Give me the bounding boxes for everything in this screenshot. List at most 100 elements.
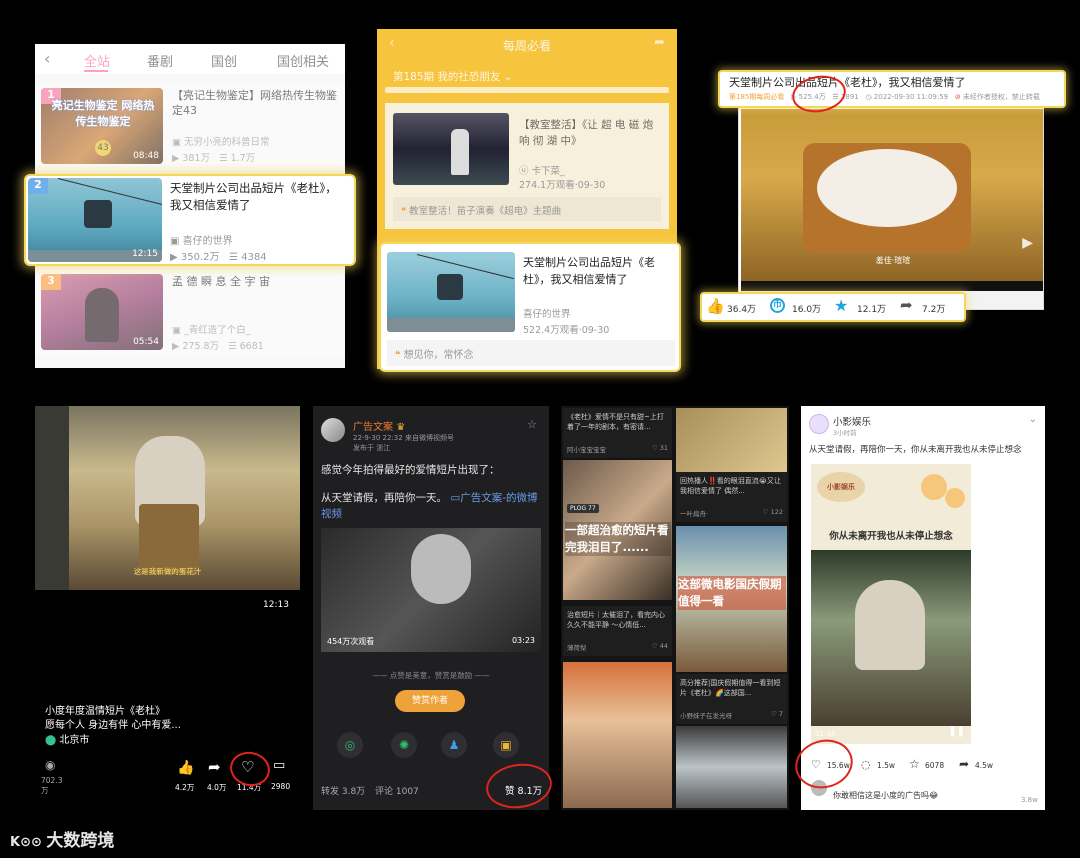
vip-icon: ♛ xyxy=(396,422,406,433)
tab-all[interactable]: 全站 xyxy=(84,51,110,70)
note-likes: ♡ 31 xyxy=(651,444,668,452)
pc-player-screenshot: 羞佳·瑄瑄 ▶ xyxy=(738,100,1044,310)
uploader: ▣ 无穷小亮的科普日常 xyxy=(172,137,270,148)
share-icon[interactable]: ➦ xyxy=(900,296,913,314)
video-frame: 这是我新做的蛋花汁 xyxy=(35,406,300,590)
qq-icon[interactable]: ♟ xyxy=(441,732,467,758)
video-image xyxy=(811,550,971,726)
note-card[interactable]: 治愈短片｜太催泪了，看完内心久久不能平静 ～心情低... 薄荷梨 ♡ 44 xyxy=(563,606,672,656)
coin-count: 16.0万 xyxy=(792,305,822,315)
comment-count: 1.5w xyxy=(877,761,896,770)
avatar[interactable] xyxy=(321,418,345,442)
note-author: 一叶扁舟· xyxy=(680,510,709,518)
note-author: 小野妹子在发光呀 xyxy=(680,712,732,720)
rank-tag: 第185期每周必看 xyxy=(729,93,785,101)
author-name[interactable]: 小影娱乐 xyxy=(833,414,871,428)
cable-line xyxy=(416,254,515,280)
location-tag[interactable]: ⬤ 北京市 xyxy=(45,731,89,746)
divider xyxy=(385,87,669,93)
note-card[interactable]: 高分推荐|国庆假期值得一看到短片《老杜》🌈这部国... 小野妹子在发光呀 ♡ 7 xyxy=(676,674,787,724)
engagement-bar: 👍 36.4万 币 16.0万 ★ 12.1万 ➦ 7.2万 xyxy=(700,292,966,322)
note-likes: ♡ 7 xyxy=(770,710,783,718)
save-icon[interactable]: ▣ xyxy=(493,732,519,758)
note-image[interactable] xyxy=(676,408,787,472)
figure-shape xyxy=(85,288,119,342)
pause-icon[interactable]: ❚❚ xyxy=(948,726,965,737)
tab-guochuang[interactable]: 国创 xyxy=(211,51,237,70)
tab-guochuang-related[interactable]: 国创相关 xyxy=(277,51,329,70)
post-time: 22-9-30 22:32 来自微博视频号 xyxy=(353,434,454,442)
post-text: 从天堂请假，再陪你一天，你从未离开我也从未停止想念 xyxy=(809,445,1022,455)
video-title: 【亮记生物鉴定】网络热传生物鉴定43 xyxy=(172,89,337,117)
image-overlay-text: 一部超治愈的短片看完我泪目了...... xyxy=(565,522,671,556)
pillar-shape xyxy=(35,406,69,590)
banner-text: 你从未离开我也从未停止想念 xyxy=(829,531,953,542)
note-image[interactable] xyxy=(676,726,787,808)
share-icon[interactable]: ➦ xyxy=(654,35,665,50)
tab-anime[interactable]: 番剧 xyxy=(147,51,173,70)
list-item[interactable]: 3 05:54 孟 德 瞬 息 全 宇 宙 ▣ _青红造了个白_ ▶ 275.8… xyxy=(35,270,345,356)
reward-button[interactable]: 赞赏作者 xyxy=(395,690,465,712)
xiaohongshu-feed-screenshot: 《老杜》爱情不是只有甜~上打着了一年的剧本，有密请... 阿小宝宝宝宝 ♡ 31… xyxy=(561,406,789,810)
note-title: 治愈短片｜太催泪了，看完内心久久不能平静 ～心情低... xyxy=(567,611,665,629)
note-card[interactable]: 回热播人‼️看的眼泪直流😭又让我相信爱情了 偶然... 一叶扁舟· ♡ 122 xyxy=(676,472,787,522)
like-icon[interactable]: 👍 xyxy=(706,297,725,315)
share-count: 7.2万 xyxy=(922,305,946,315)
list-item[interactable]: 【教室整活】《让 超 电 磁 炮 响 彻 湖 中》 ⓤ 卡下菜_ 274.1万观… xyxy=(385,103,669,229)
video-stats: ▶ 350.2万 ☰ 4384 xyxy=(170,252,267,263)
page-title: 每周必看 xyxy=(502,39,551,53)
star-icon[interactable]: ☆ xyxy=(527,418,537,431)
more-icon[interactable]: ⌄ xyxy=(1029,414,1037,425)
highlighted-video-card[interactable]: 2 12:15 天堂制片公司出品短片《老杜》，我又相信爱情了 ▣ 喜仔的世界 ▶… xyxy=(24,174,356,266)
note-image[interactable] xyxy=(563,662,672,808)
video-time: 01:34 xyxy=(815,730,836,738)
play-icon[interactable]: ▶ xyxy=(1022,235,1033,251)
issue-selector[interactable]: 第185期 我的社恐朋友 ⌄ xyxy=(393,69,513,84)
video-stats: ▶ 381万 ☰ 1.7万 xyxy=(172,153,256,164)
note-image[interactable]: 这部微电影国庆假期值得一看 xyxy=(676,526,787,672)
comment-icon[interactable]: ▭ xyxy=(273,758,285,773)
favorite-count: 6078 xyxy=(925,761,945,770)
avatar[interactable] xyxy=(809,414,829,434)
city-skyline xyxy=(387,318,515,332)
clock-icon: ◷ xyxy=(865,93,874,101)
weibo-post-screenshot: 广告文案 ♛ 22-9-30 22:32 来自微博视频号 发布于 浙江 ☆ 感觉… xyxy=(313,406,549,810)
author-name[interactable]: 广告文案 ♛ xyxy=(353,418,405,433)
note-card[interactable]: 《老杜》爱情不是只有甜~上打着了一年的剧本，有密请... 阿小宝宝宝宝 ♡ 31 xyxy=(563,408,672,458)
video-frame[interactable]: 454万次观看 03:23 xyxy=(321,528,541,652)
note-image[interactable]: PLOG 77 一部超治愈的短片看完我泪目了...... xyxy=(563,460,672,600)
video-frame: 羞佳·瑄瑄 ▶ xyxy=(741,109,1043,281)
comment-icon[interactable]: ◌ xyxy=(861,758,871,771)
wechat-icon[interactable]: ◎ xyxy=(337,732,363,758)
back-icon[interactable]: ‹ xyxy=(44,49,50,68)
note-author: 阿小宝宝宝宝 xyxy=(567,446,606,454)
video-duration: 12:15 xyxy=(132,249,158,259)
highlighted-video-card[interactable]: 天堂制片公司出品短片《老杜》，我又相信爱情了 喜仔的世界 522.4万观看·09… xyxy=(379,242,681,372)
favorite-icon[interactable]: ☆ xyxy=(909,757,920,771)
repost-count[interactable]: 转发 3.8万 xyxy=(321,784,365,797)
favorite-icon[interactable]: ★ xyxy=(834,296,848,315)
cable-car xyxy=(84,200,112,228)
video-title: 天堂制片公司出品短片《老杜》，我又相信爱情了 xyxy=(523,256,655,286)
uploader: ⓤ 卡下菜_ xyxy=(519,166,565,177)
video-duration: 12:13 xyxy=(263,600,289,610)
video-title: 孟 德 瞬 息 全 宇 宙 xyxy=(172,275,270,288)
basket-shape xyxy=(139,504,199,574)
moments-icon[interactable]: ✺ xyxy=(391,732,417,758)
like-count: 4.2万 xyxy=(175,783,195,792)
short-video-screenshot: 这是我新做的蛋花汁 12:13 小度年度温情短片《老杜》 愿每个人 身边有伴 心… xyxy=(35,406,300,808)
share-icon[interactable]: ➦ xyxy=(959,757,969,771)
video-frame[interactable]: 小影娱乐 你从未离开我也从未停止想念 01:34 ❚❚ xyxy=(811,464,971,744)
post-text: 感觉今年拍得最好的爱情短片出现了： xyxy=(321,464,500,476)
coin-icon[interactable]: 币 xyxy=(770,298,785,313)
share-icon[interactable]: ➦ xyxy=(208,758,221,776)
rank-badge: 3 xyxy=(41,274,61,290)
like-icon[interactable]: 👍 xyxy=(177,760,194,776)
control-bar[interactable] xyxy=(741,281,1043,291)
video-title: 【教室整活】《让 超 电 磁 炮 响 彻 湖 中》 xyxy=(519,119,654,147)
list-item[interactable]: 1 亮记生物鉴定 网络热传生物鉴定 43 08:48 【亮记生物鉴定】网络热传生… xyxy=(35,84,345,170)
video-title: 天堂制片公司出品短片《老杜》，我又相信爱情了 xyxy=(729,76,966,89)
comment-count[interactable]: 评论 1007 xyxy=(375,784,419,797)
video-meta: 274.1万观看·09-30 xyxy=(519,180,606,191)
note-likes: ♡ 122 xyxy=(762,508,783,516)
